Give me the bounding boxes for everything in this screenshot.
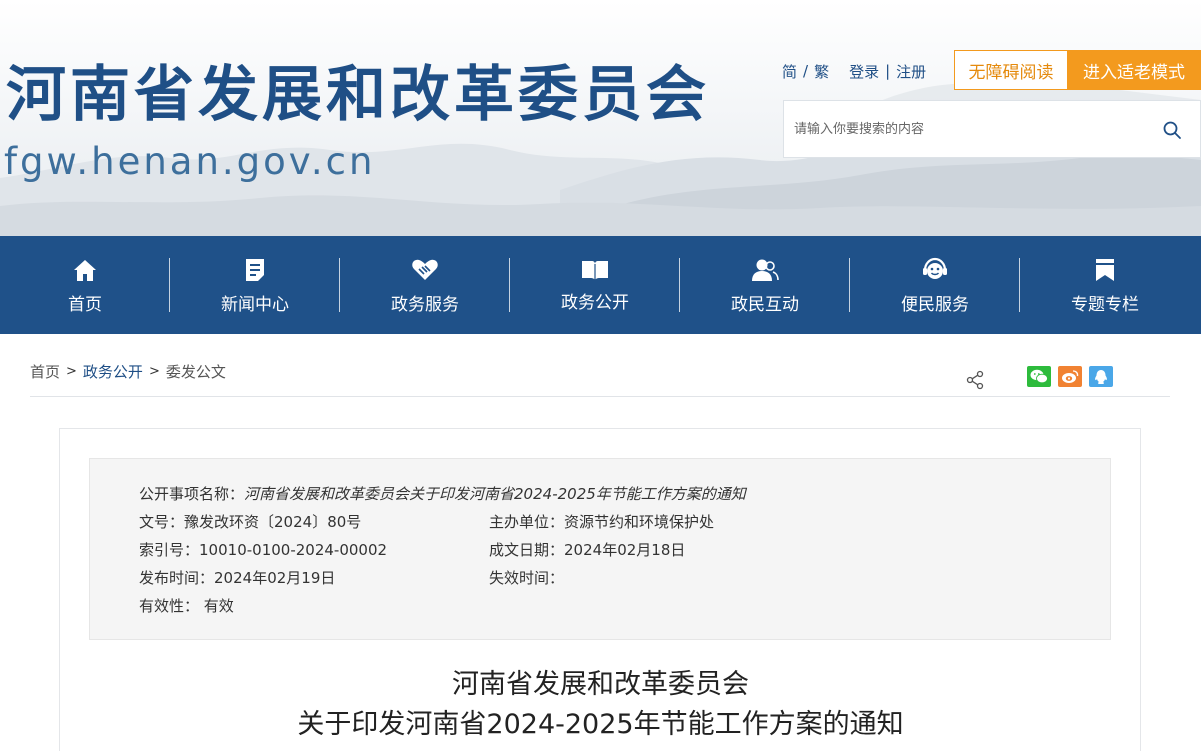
document-title-line2: 关于印发河南省2024-2025年节能工作方案的通知 <box>297 709 904 740</box>
meta-written-date: 成文日期：2024年02月18日 <box>489 540 685 560</box>
people-icon <box>751 256 779 284</box>
lang-traditional-link[interactable]: 繁 <box>814 61 829 82</box>
nav-item-gov-services[interactable]: 政务服务 <box>340 236 510 334</box>
nav-label: 新闻中心 <box>221 295 289 315</box>
separator: | <box>885 62 891 80</box>
breadcrumb-gov-public-link[interactable]: 政务公开 <box>83 361 143 382</box>
home-icon <box>71 256 99 284</box>
search-icon[interactable] <box>1162 120 1182 140</box>
meta-label: 主办单位： <box>489 513 565 531</box>
divider <box>30 396 1170 397</box>
site-title: 河南省发展和改革委员会 <box>6 60 710 130</box>
breadcrumb-current[interactable]: 委发公文 <box>166 361 226 382</box>
meta-publish-time: 发布时间：2024年02月19日 <box>139 568 335 588</box>
meta-value: 2024年02月18日 <box>564 541 686 559</box>
meta-validity: 有效性： 有效 <box>139 596 234 616</box>
elder-mode-button[interactable]: 进入适老模式 <box>1067 50 1201 90</box>
document-title-line1: 河南省发展和改革委员会 <box>452 669 749 700</box>
meta-value: 河南省发展和改革委员会关于印发河南省2024-2025年节能工作方案的通知 <box>244 485 746 503</box>
nav-label: 政务服务 <box>391 295 459 315</box>
meta-doc-no: 文号：豫发改环资〔2024〕80号 <box>139 512 361 532</box>
bookmark-icon <box>1091 256 1119 284</box>
meta-label: 文号： <box>139 513 185 531</box>
search-box <box>783 100 1201 158</box>
meta-value: 有效 <box>203 597 234 615</box>
nav-label: 政务公开 <box>561 293 629 313</box>
nav-label: 专题专栏 <box>1071 295 1139 315</box>
nav-item-interaction[interactable]: 政民互动 <box>680 236 850 334</box>
breadcrumb-arrow: > <box>148 364 160 379</box>
wechat-icon[interactable] <box>1027 366 1051 387</box>
share-icon[interactable] <box>965 370 985 390</box>
login-link[interactable]: 登录 <box>849 61 879 82</box>
breadcrumb-home-link[interactable]: 首页 <box>30 361 60 382</box>
site-header: 河南省发展和改革委员会 fgw.henan.gov.cn 简 / 繁 登录 | … <box>0 0 1201 236</box>
meta-index-no: 索引号：10010-0100-2024-00002 <box>139 540 387 560</box>
nav-label: 首页 <box>68 295 102 315</box>
accessible-reading-button[interactable]: 无障碍阅读 <box>954 50 1068 90</box>
meta-label: 公开事项名称： <box>139 485 245 503</box>
meta-expire-time: 失效时间： <box>489 568 564 588</box>
service-icon <box>921 256 949 284</box>
meta-label: 索引号： <box>139 541 200 559</box>
nav-item-citizen-services[interactable]: 便民服务 <box>850 236 1020 334</box>
meta-value: 豫发改环资〔2024〕80号 <box>184 513 362 531</box>
nav-label: 便民服务 <box>901 295 969 315</box>
meta-value: 资源节约和环境保护处 <box>564 513 715 531</box>
meta-label: 发布时间： <box>139 569 215 587</box>
meta-host-unit: 主办单位：资源节约和环境保护处 <box>489 512 714 532</box>
nav-item-news[interactable]: 新闻中心 <box>170 236 340 334</box>
nav-item-home[interactable]: 首页 <box>0 236 170 334</box>
breadcrumb: 首页 > 政务公开 > 委发公文 <box>30 361 226 382</box>
weibo-icon[interactable] <box>1058 366 1082 387</box>
meta-value: 2024年02月19日 <box>214 569 336 587</box>
site-domain: fgw.henan.gov.cn <box>4 140 376 183</box>
book-icon <box>581 256 609 284</box>
meta-value: 10010-0100-2024-00002 <box>199 541 388 559</box>
nav-item-special-topics[interactable]: 专题专栏 <box>1020 236 1190 334</box>
meta-item-name: 公开事项名称：河南省发展和改革委员会关于印发河南省2024-2025年节能工作方… <box>139 484 746 504</box>
breadcrumb-arrow: > <box>66 364 77 379</box>
qq-icon[interactable] <box>1089 366 1113 387</box>
lang-simplified-link[interactable]: 简 <box>782 61 797 82</box>
nav-label: 政民互动 <box>731 295 799 315</box>
separator: / <box>803 62 809 80</box>
register-link[interactable]: 注册 <box>896 61 926 82</box>
meta-label: 有效性： <box>139 597 200 615</box>
meta-label: 成文日期： <box>489 541 565 559</box>
main-nav: 首页 新闻中心 政务服务 政务公开 政民互动 便民服务 专题专栏 <box>0 236 1201 334</box>
nav-item-gov-public[interactable]: 政务公开 <box>510 236 680 334</box>
search-input[interactable] <box>784 101 1144 157</box>
meta-label: 失效时间： <box>489 569 565 587</box>
handshake-icon <box>411 256 439 284</box>
news-icon <box>241 256 269 284</box>
top-links: 简 / 繁 登录 | 注册 <box>782 58 926 84</box>
